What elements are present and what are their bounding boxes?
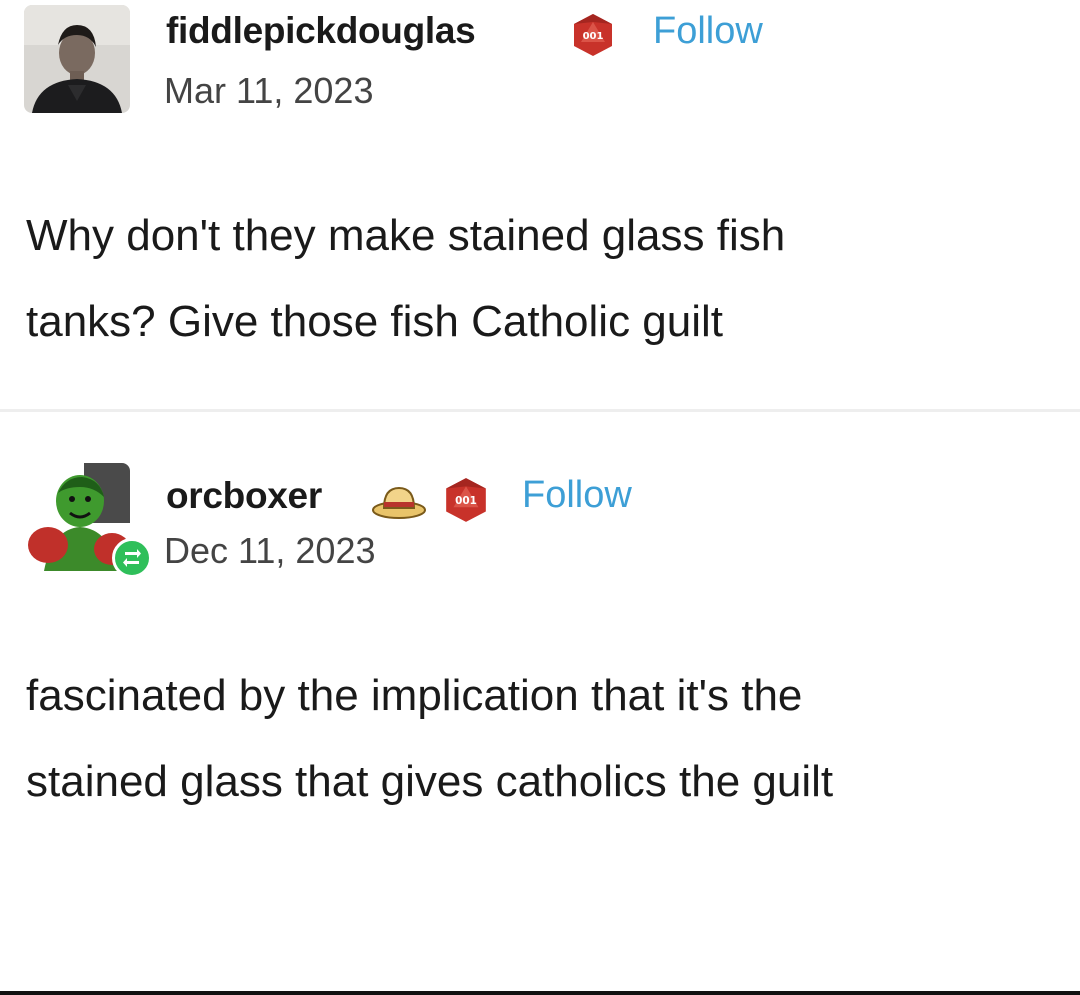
post-body: Why don't they make stained glass fish t… xyxy=(26,193,785,365)
username[interactable]: orcboxer xyxy=(166,475,322,517)
svg-text:001: 001 xyxy=(583,31,604,42)
svg-text:001: 001 xyxy=(455,495,477,507)
bottom-edge-bar xyxy=(0,991,1080,995)
avatar-portrait-image xyxy=(24,5,130,113)
post-date[interactable]: Mar 11, 2023 xyxy=(164,70,373,112)
follow-button[interactable]: Follow xyxy=(653,10,763,53)
post-date[interactable]: Dec 11, 2023 xyxy=(164,530,375,572)
post-body-line: stained glass that gives catholics the g… xyxy=(26,757,834,806)
follow-button[interactable]: Follow xyxy=(522,474,632,517)
straw-hat-icon[interactable] xyxy=(368,478,430,527)
post-orcboxer: orcboxer 001 Follow Dec 11, 2023 fascina… xyxy=(0,410,1080,995)
post-body-line: tanks? Give those fish Catholic guilt xyxy=(26,297,724,346)
post-body: fascinated by the implication that it's … xyxy=(26,653,833,825)
reblog-badge xyxy=(112,538,152,578)
d20-die-icon[interactable]: 001 xyxy=(442,476,490,529)
avatar-fiddlepickdouglas[interactable] xyxy=(24,5,130,113)
reblog-icon xyxy=(123,549,141,567)
d20-die-icon[interactable]: 001 xyxy=(570,12,616,63)
username[interactable]: fiddlepickdouglas xyxy=(166,10,476,52)
post-body-line: fascinated by the implication that it's … xyxy=(26,671,803,720)
post-body-line: Why don't they make stained glass fish xyxy=(26,211,786,260)
post-fiddlepickdouglas: fiddlepickdouglas 001 Follow Mar 11, 202… xyxy=(0,0,1080,410)
